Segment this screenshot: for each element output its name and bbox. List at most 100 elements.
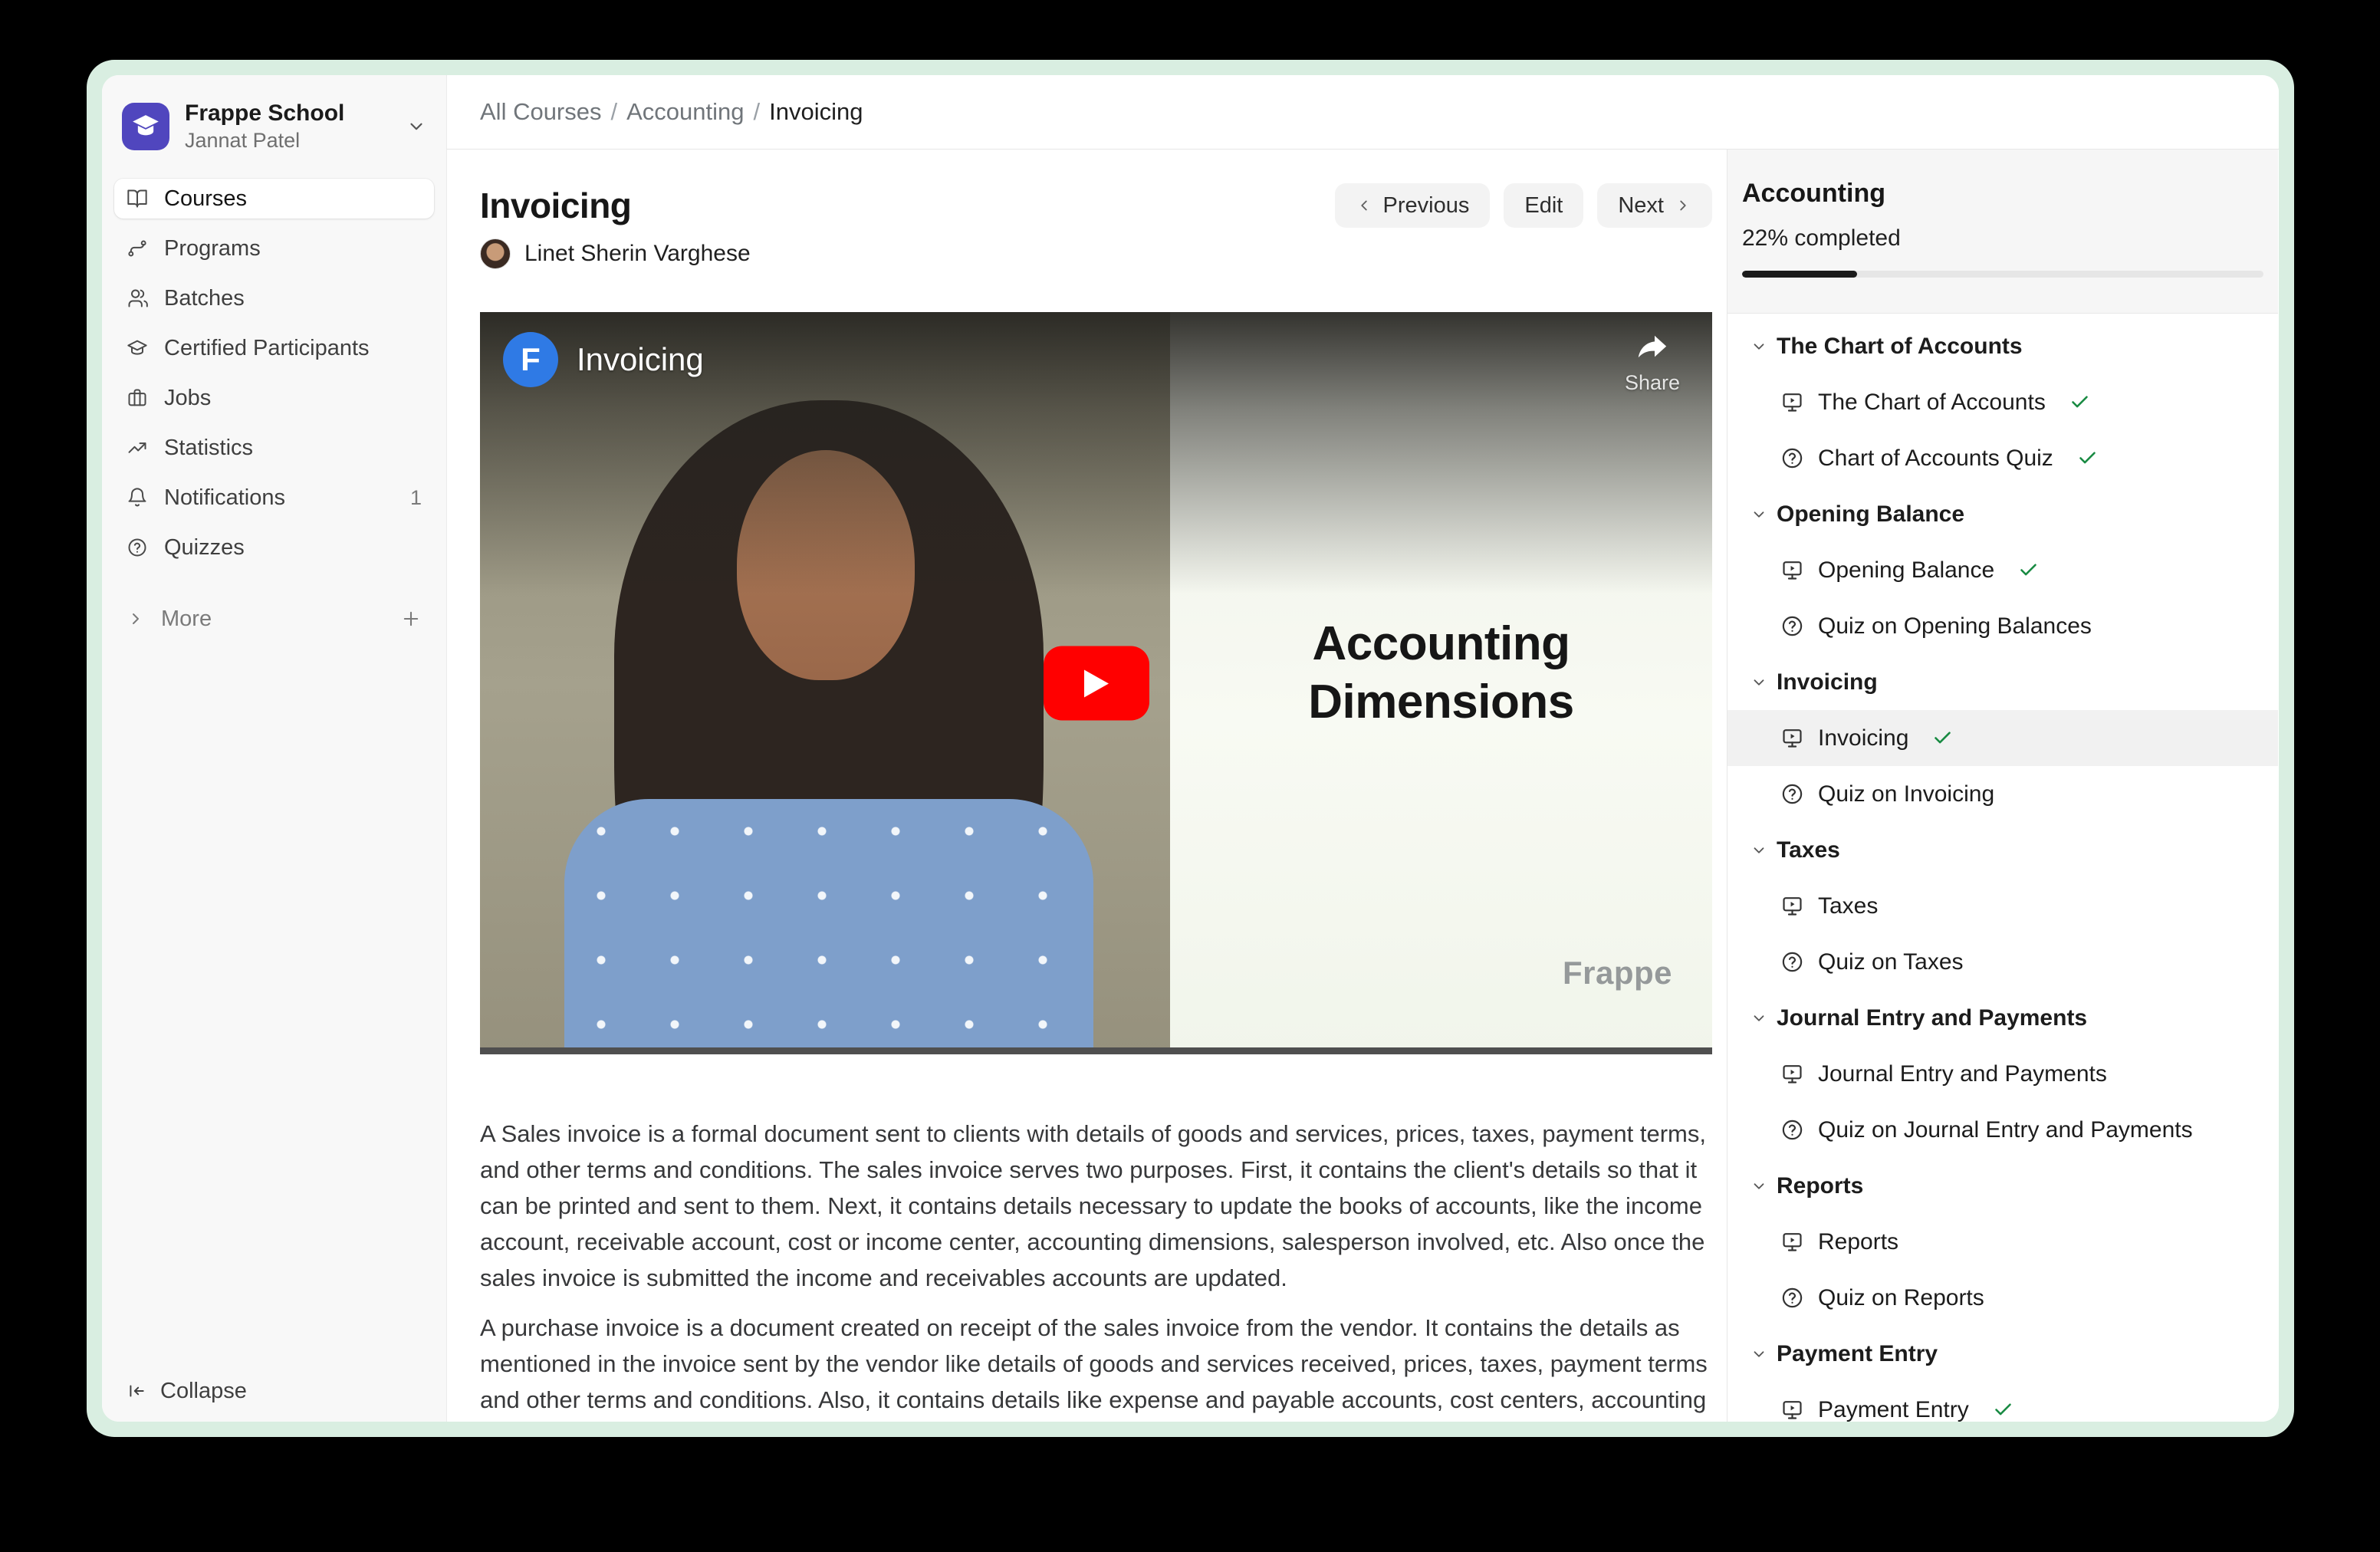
app-window: Frappe School Jannat Patel Courses Progr…: [102, 75, 2279, 1422]
check-icon: [2069, 392, 2090, 413]
previous-button[interactable]: Previous: [1335, 183, 1491, 228]
course-outline-panel: Accounting 22% completed The Chart of Ac…: [1727, 150, 2278, 1422]
graduation-cap-icon: [127, 337, 148, 359]
sidebar-collapse-button[interactable]: Collapse: [114, 1371, 434, 1411]
sidebar-nav: Courses Programs Batches Certified Parti…: [114, 179, 434, 577]
check-icon: [2077, 448, 2098, 469]
breadcrumb-accounting[interactable]: Accounting: [626, 98, 744, 126]
outline-section-payment-entry[interactable]: Payment Entry: [1727, 1326, 2278, 1382]
workspace-switcher[interactable]: Frappe School Jannat Patel: [114, 100, 434, 153]
outline-section-the-chart-of-accounts[interactable]: The Chart of Accounts: [1727, 318, 2278, 374]
author-avatar: [480, 238, 511, 269]
sidebar-item-notifications[interactable]: Notifications 1: [114, 478, 434, 518]
outline-item-chart-of-accounts-quiz[interactable]: Chart of Accounts Quiz: [1727, 430, 2278, 486]
check-icon: [1993, 1399, 2013, 1420]
frappe-wordmark: Frappe: [1563, 955, 1672, 991]
quiz-icon: [1780, 950, 1804, 974]
progress-fill: [1742, 271, 1857, 278]
course-title: Accounting: [1742, 179, 2263, 209]
sidebar-item-jobs[interactable]: Jobs: [114, 378, 434, 418]
collapse-label: Collapse: [160, 1379, 247, 1404]
chevron-right-icon: [1675, 197, 1691, 214]
play-button[interactable]: [1044, 646, 1149, 721]
video-lesson-icon: [1780, 558, 1804, 582]
lesson-body: A Sales invoice is a formal document sen…: [480, 1116, 1712, 1422]
video-title[interactable]: Invoicing: [577, 341, 704, 378]
outline-item-quiz-on-taxes[interactable]: Quiz on Taxes: [1727, 934, 2278, 990]
plus-icon[interactable]: [400, 608, 422, 630]
next-button[interactable]: Next: [1597, 183, 1712, 228]
check-icon: [2018, 560, 2039, 580]
notification-count-badge: 1: [410, 486, 422, 510]
edit-button[interactable]: Edit: [1504, 183, 1583, 228]
chevron-right-icon: [127, 610, 145, 628]
outline-item-quiz-on-opening-balances[interactable]: Quiz on Opening Balances: [1727, 598, 2278, 654]
outline-item-quiz-on-journal-entry-and-payments[interactable]: Quiz on Journal Entry and Payments: [1727, 1102, 2278, 1158]
outline-section-reports[interactable]: Reports: [1727, 1158, 2278, 1214]
help-circle-icon: [127, 537, 148, 558]
breadcrumb-all-courses[interactable]: All Courses: [480, 98, 602, 126]
lesson-actions: Previous Edit Next: [1335, 183, 1712, 228]
progress-label: 22% completed: [1742, 225, 2263, 252]
slide-title: Accounting Dimensions: [1170, 615, 1712, 732]
quiz-icon: [1780, 614, 1804, 638]
author-row: Linet Sherin Varghese: [480, 238, 1712, 269]
sidebar: Frappe School Jannat Patel Courses Progr…: [102, 75, 447, 1422]
outline-section-opening-balance[interactable]: Opening Balance: [1727, 486, 2278, 542]
lesson-content: Invoicing Previous Edit: [447, 150, 1727, 1422]
video-lesson-icon: [1780, 1230, 1804, 1254]
outline-item-payment-entry[interactable]: Payment Entry: [1727, 1382, 2278, 1422]
chevron-down-icon: [1750, 1010, 1767, 1027]
video-lesson-icon: [1780, 1398, 1804, 1422]
video-lesson-icon: [1780, 1062, 1804, 1086]
frappe-school-logo-icon: [122, 103, 169, 150]
presenter-face: [737, 450, 915, 680]
share-icon: [1634, 356, 1671, 369]
outline-section-invoicing[interactable]: Invoicing: [1727, 654, 2278, 710]
school-name: Frappe School: [185, 100, 344, 127]
chevron-down-icon: [1750, 674, 1767, 691]
quiz-icon: [1780, 1286, 1804, 1310]
briefcase-icon: [127, 387, 148, 409]
outline-section-journal-entry-and-payments[interactable]: Journal Entry and Payments: [1727, 990, 2278, 1046]
video-thumbnail-slide: Accounting Dimensions Frappe: [1170, 312, 1712, 1054]
outline-item-invoicing[interactable]: Invoicing: [1727, 710, 2278, 766]
video-player[interactable]: Accounting Dimensions Frappe F Invoicing: [480, 312, 1712, 1054]
outline-section-taxes[interactable]: Taxes: [1727, 822, 2278, 878]
quiz-icon: [1780, 1118, 1804, 1142]
chevron-down-icon: [1750, 1178, 1767, 1195]
book-open-icon: [127, 188, 148, 209]
outline-item-opening-balance[interactable]: Opening Balance: [1727, 542, 2278, 598]
outline-header: Accounting 22% completed: [1727, 150, 2278, 314]
outline-item-quiz-on-reports[interactable]: Quiz on Reports: [1727, 1270, 2278, 1326]
main-column: All Courses / Accounting / Invoicing Inv…: [447, 75, 2279, 1422]
outline-list: The Chart of Accounts The Chart of Accou…: [1727, 314, 2278, 1422]
users-icon: [127, 288, 148, 309]
quiz-icon: [1780, 782, 1804, 806]
video-progress-bar[interactable]: [480, 1047, 1712, 1054]
sidebar-item-quizzes[interactable]: Quizzes: [114, 528, 434, 567]
share-button[interactable]: Share: [1625, 329, 1680, 395]
sidebar-item-batches[interactable]: Batches: [114, 278, 434, 318]
outline-item-the-chart-of-accounts[interactable]: The Chart of Accounts: [1727, 374, 2278, 430]
trending-up-icon: [127, 437, 148, 459]
outline-item-quiz-on-invoicing[interactable]: Quiz on Invoicing: [1727, 766, 2278, 822]
sidebar-item-programs[interactable]: Programs: [114, 229, 434, 268]
quiz-icon: [1780, 446, 1804, 470]
video-lesson-icon: [1780, 390, 1804, 414]
breadcrumb-current: Invoicing: [769, 98, 863, 126]
outline-item-journal-entry-and-payments[interactable]: Journal Entry and Payments: [1727, 1046, 2278, 1102]
chevron-down-icon: [1750, 506, 1767, 523]
presenter-torso: [564, 799, 1093, 1054]
outline-item-reports[interactable]: Reports: [1727, 1214, 2278, 1270]
sidebar-more[interactable]: More: [114, 599, 434, 639]
sidebar-item-certified-participants[interactable]: Certified Participants: [114, 328, 434, 368]
author-name: Linet Sherin Varghese: [524, 241, 751, 267]
sidebar-item-statistics[interactable]: Statistics: [114, 428, 434, 468]
breadcrumb-separator: /: [754, 98, 761, 126]
user-name: Jannat Patel: [185, 129, 344, 153]
outline-item-taxes[interactable]: Taxes: [1727, 878, 2278, 934]
sidebar-item-courses[interactable]: Courses: [114, 179, 434, 219]
programs-icon: [127, 238, 148, 259]
channel-avatar[interactable]: F: [503, 332, 558, 387]
